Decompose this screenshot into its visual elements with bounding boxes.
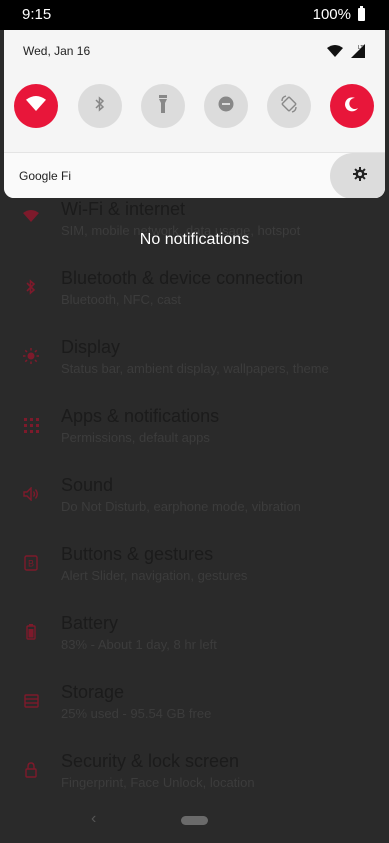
settings-item-subtitle: Permissions, default apps	[61, 430, 210, 445]
settings-item-title: Display	[61, 337, 121, 357]
back-icon[interactable]: ‹	[91, 810, 96, 828]
settings-item-bluetooth[interactable]: Bluetooth & device connection Bluetooth,…	[0, 264, 389, 333]
settings-item-subtitle: Do Not Disturb, earphone mode, vibration	[61, 499, 301, 514]
settings-item-title: Wi-Fi & internet	[61, 199, 186, 219]
signal-lte-icon: LTE	[349, 42, 367, 63]
svg-text:B: B	[28, 559, 34, 569]
settings-button[interactable]	[330, 153, 385, 198]
settings-item-storage[interactable]: Storage 25% used - 95.54 GB free	[0, 678, 389, 747]
flashlight-icon	[158, 94, 168, 118]
settings-item-wifi[interactable]: Wi-Fi & internet SIM, mobile network, da…	[0, 195, 389, 264]
settings-item-title: Security & lock screen	[61, 751, 240, 771]
settings-item-title: Buttons & gestures	[61, 544, 214, 564]
navigation-bar: ‹	[0, 796, 389, 843]
carrier-bar: Google Fi	[4, 152, 385, 198]
svg-text:LTE: LTE	[358, 45, 365, 51]
bluetooth-icon	[95, 95, 105, 117]
bluetooth-tile[interactable]	[78, 84, 122, 128]
do-not-disturb-tile[interactable]	[204, 84, 248, 128]
wifi-tile[interactable]	[14, 84, 58, 128]
settings-item-title: Bluetooth & device connection	[61, 268, 304, 288]
status-bar: 9:15 100%	[0, 0, 389, 30]
wifi-icon	[26, 96, 46, 116]
night-mode-tile[interactable]	[330, 84, 374, 128]
auto-rotate-tile[interactable]	[267, 84, 311, 128]
settings-item-subtitle: Bluetooth, NFC, cast	[61, 292, 181, 307]
settings-item-subtitle: Status bar, ambient display, wallpapers,…	[61, 361, 329, 376]
settings-item-apps[interactable]: Apps & notifications Permissions, defaul…	[0, 402, 389, 471]
apps-grid-icon	[22, 416, 40, 434]
home-pill-button[interactable]	[181, 816, 208, 825]
quick-settings-panel: Wed, Jan 16 LTE	[4, 30, 385, 198]
no-notifications-label: No notifications	[139, 231, 250, 248]
wifi-icon	[22, 207, 40, 225]
moon-icon	[344, 96, 360, 117]
battery-icon	[22, 623, 40, 641]
settings-item-subtitle: 83% - About 1 day, 8 hr left	[61, 637, 217, 652]
do-not-disturb-icon	[218, 96, 234, 117]
storage-icon	[22, 692, 40, 710]
carrier-label: Google Fi	[19, 169, 72, 183]
settings-item-display[interactable]: Display Status bar, ambient display, wal…	[0, 333, 389, 402]
settings-item-title: Battery	[61, 613, 119, 633]
gear-icon	[353, 166, 367, 186]
auto-rotate-icon	[279, 94, 299, 119]
shade-date: Wed, Jan 16	[23, 44, 91, 58]
settings-item-title: Sound	[61, 475, 114, 495]
settings-item-title: Apps & notifications	[61, 406, 220, 426]
battery-status-icon	[358, 6, 365, 21]
brightness-icon	[22, 347, 40, 365]
flashlight-tile[interactable]	[141, 84, 185, 128]
status-battery-percent: 100%	[312, 6, 351, 23]
status-time: 9:15	[22, 6, 52, 23]
buttons-icon: B	[22, 554, 40, 572]
settings-item-battery[interactable]: Battery 83% - About 1 day, 8 hr left	[0, 609, 389, 678]
bluetooth-icon	[22, 278, 40, 296]
lock-icon	[22, 761, 40, 779]
settings-item-subtitle: 25% used - 95.54 GB free	[61, 706, 212, 721]
settings-item-subtitle: Alert Slider, navigation, gestures	[61, 568, 248, 583]
settings-item-subtitle: Fingerprint, Face Unlock, location	[61, 775, 255, 790]
settings-item-title: Storage	[61, 682, 125, 702]
wifi-status-icon	[327, 44, 343, 62]
speaker-icon	[22, 485, 40, 503]
settings-item-sound[interactable]: Sound Do Not Disturb, earphone mode, vib…	[0, 471, 389, 540]
settings-item-buttons[interactable]: B Buttons & gestures Alert Slider, navig…	[0, 540, 389, 609]
